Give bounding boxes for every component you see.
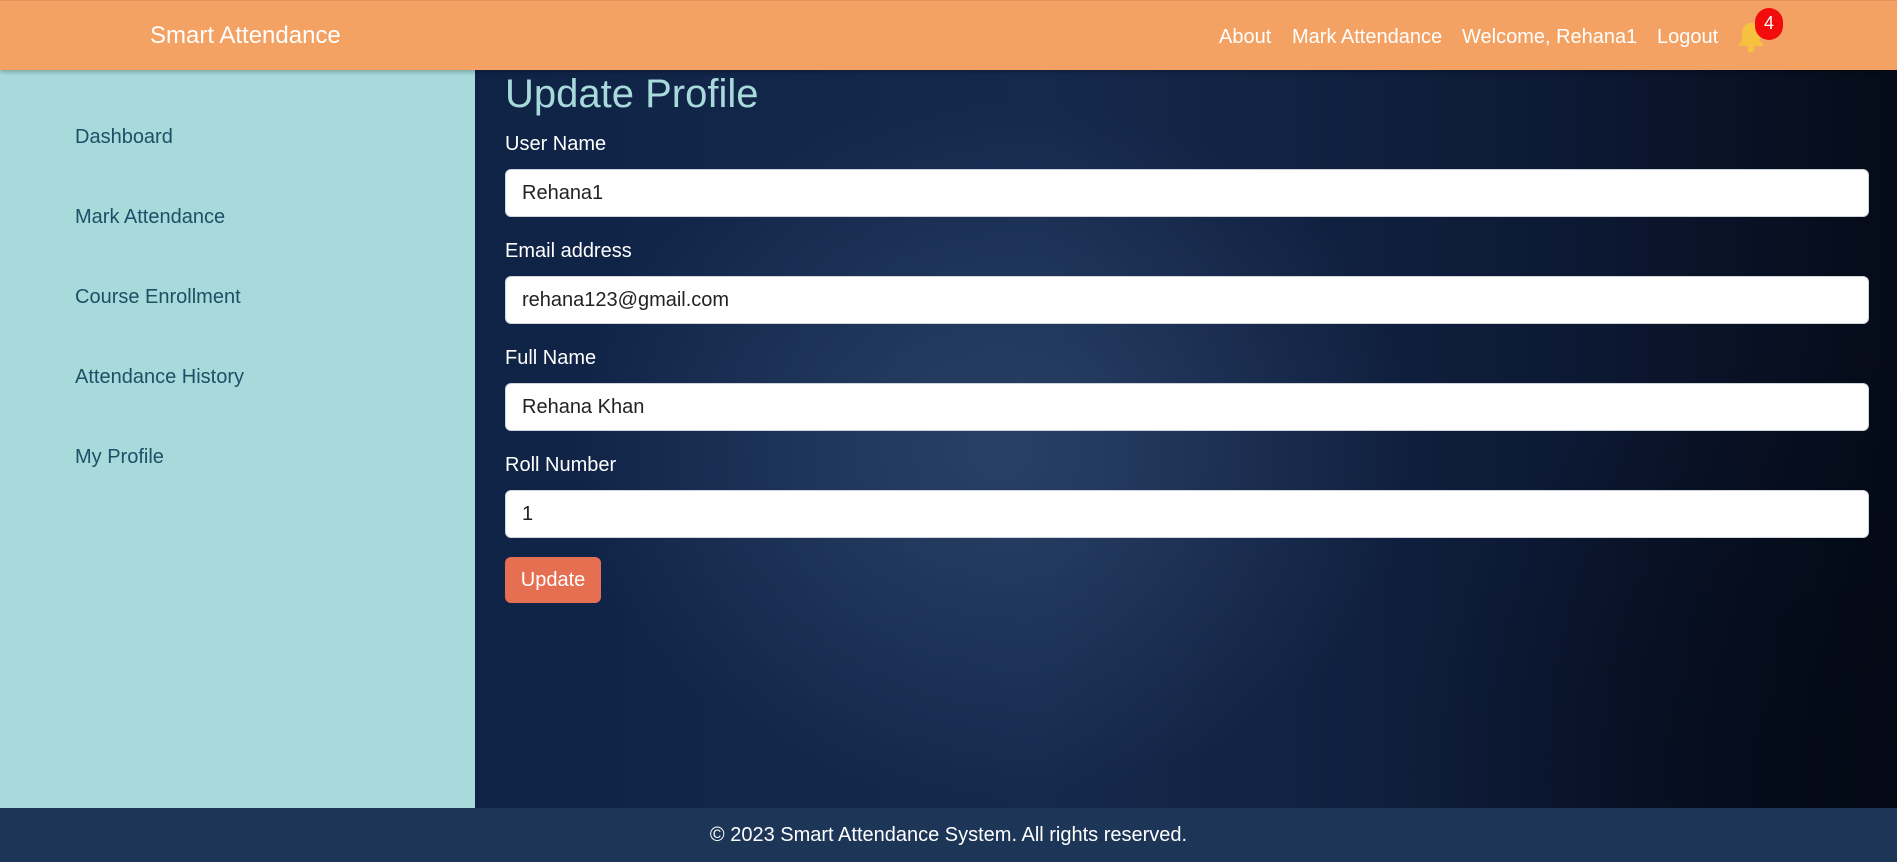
fullname-label: Full Name (505, 347, 597, 369)
username-input[interactable] (505, 169, 1869, 217)
roll-number-input[interactable] (505, 490, 1869, 538)
sidebar-item-dashboard[interactable]: Dashboard (75, 126, 173, 149)
sidebar-item-my-profile[interactable]: My Profile (75, 446, 164, 469)
notification-count-badge[interactable]: 4 (1755, 8, 1783, 40)
email-input[interactable] (505, 276, 1869, 324)
update-button[interactable]: Update (505, 557, 601, 603)
nav-link-logout[interactable]: Logout (1657, 26, 1718, 49)
sidebar-item-course-enrollment[interactable]: Course Enrollment (75, 286, 241, 309)
brand-logo-text[interactable]: Smart Attendance (150, 22, 341, 50)
footer-copyright: © 2023 Smart Attendance System. All righ… (709, 824, 1188, 846)
username-label: User Name (505, 133, 607, 155)
top-navbar: Smart Attendance About Mark Attendance W… (0, 0, 1897, 70)
page-title: Update Profile (505, 72, 759, 116)
sidebar-item-mark-attendance[interactable]: Mark Attendance (75, 206, 225, 229)
nav-welcome-user[interactable]: Welcome, Rehana1 (1462, 26, 1637, 49)
sidebar-item-attendance-history[interactable]: Attendance History (75, 366, 244, 389)
fullname-input[interactable] (505, 383, 1869, 431)
footer: © 2023 Smart Attendance System. All righ… (0, 808, 1897, 862)
nav-link-mark-attendance[interactable]: Mark Attendance (1292, 26, 1442, 49)
nav-link-about[interactable]: About (1219, 26, 1271, 49)
sidebar: Dashboard Mark Attendance Course Enrollm… (0, 70, 475, 808)
roll-number-label: Roll Number (505, 454, 617, 476)
email-label: Email address (505, 240, 632, 262)
